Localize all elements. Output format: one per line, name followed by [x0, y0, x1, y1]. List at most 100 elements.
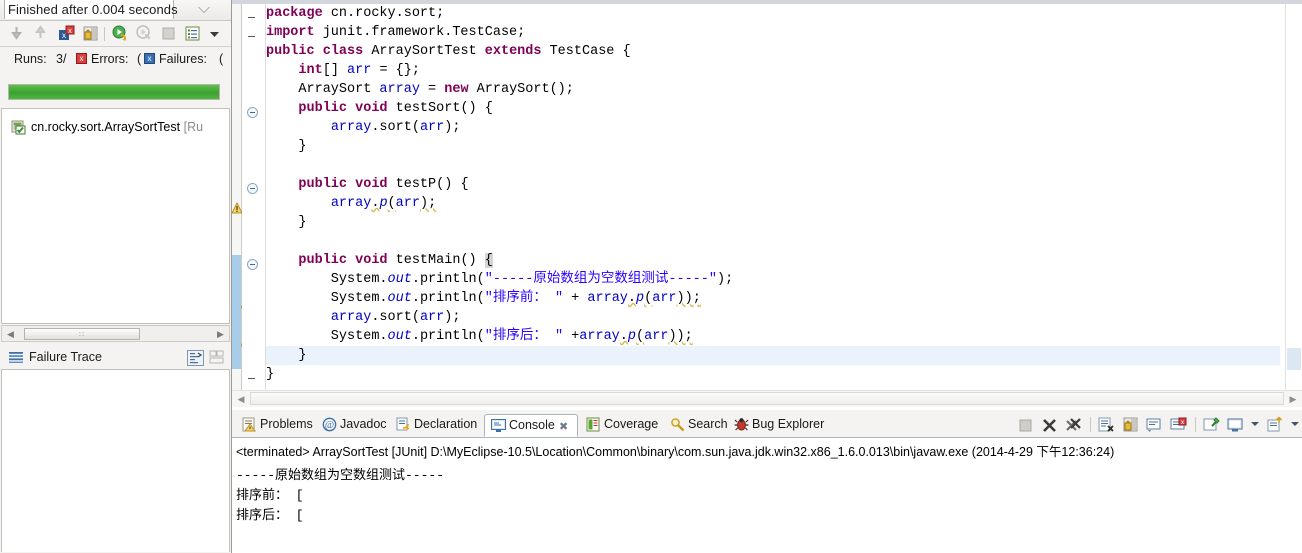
scrollbar-thumb[interactable]: ∶∶: [24, 328, 140, 340]
view-menu-icon[interactable]: [206, 25, 223, 42]
clear-console-icon[interactable]: [1098, 417, 1115, 433]
runs-label: Runs:: [14, 52, 47, 66]
code-line[interactable]: public void testSort() {: [266, 99, 1280, 118]
code-line[interactable]: }: [266, 346, 1280, 365]
scroll-left-arrow-icon[interactable]: ◀: [235, 393, 247, 405]
code-line[interactable]: [266, 232, 1280, 251]
code-token: arr: [347, 63, 372, 78]
display-selected-console-caret-icon[interactable]: [1251, 422, 1259, 426]
tab-search[interactable]: Search: [664, 414, 728, 437]
code-token: ));: [676, 291, 701, 306]
remove-all-terminated-launches-icon[interactable]: [1065, 417, 1082, 433]
failure-trace-body[interactable]: [1, 369, 230, 552]
rerun-test-icon[interactable]: [112, 25, 129, 42]
code-line[interactable]: ArraySort array = new ArraySort();: [266, 80, 1280, 99]
tab-label: Coverage: [604, 417, 659, 431]
code-line[interactable]: import junit.framework.TestCase;: [266, 23, 1280, 42]
open-console-caret-icon[interactable]: [1291, 422, 1299, 426]
junit-test-tree[interactable]: cn.rocky.sort.ArraySortTest [Ru: [1, 108, 230, 324]
show-failures-only-icon[interactable]: x x: [58, 25, 75, 42]
failure-trace-icon: [9, 351, 24, 364]
code-line[interactable]: public class ArraySortTest extends TestC…: [266, 42, 1280, 61]
console-vertical-scrollbar[interactable]: [1286, 438, 1302, 553]
code-line[interactable]: array.sort(arr);: [266, 308, 1280, 327]
code-line[interactable]: }: [266, 137, 1280, 156]
display-selected-console-icon[interactable]: [1227, 417, 1244, 433]
code-token: public: [298, 101, 348, 116]
rerun-test-failures-icon[interactable]: [136, 25, 153, 42]
code-token: }: [266, 348, 307, 363]
code-token: int: [298, 63, 323, 78]
code-line[interactable]: }: [266, 213, 1280, 232]
failure-trace-view-menu-icon[interactable]: [209, 350, 226, 366]
editor-vertical-scrollbar[interactable]: [1285, 4, 1302, 407]
code-line[interactable]: array.p(arr);: [266, 194, 1280, 213]
junit-view-titlebar: Finished after 0.004 seconds: [0, 0, 231, 21]
fold-collapse-icon[interactable]: [247, 259, 258, 270]
code-token: arr: [395, 196, 420, 211]
fold-collapse-icon[interactable]: [247, 107, 258, 118]
code-line[interactable]: System.out.println("-----原始数组为空数组测试-----…: [266, 270, 1280, 289]
tab-label: Javadoc: [340, 417, 387, 431]
code-line[interactable]: System.out.println("排序后： " +array.p(arr)…: [266, 327, 1280, 346]
code-token: cn.rocky.sort;: [322, 6, 445, 21]
code-token: );: [716, 272, 734, 287]
tab-problems[interactable]: Problems: [236, 414, 314, 437]
fold-collapse-icon[interactable]: [247, 183, 258, 194]
junit-tree-horizontal-scrollbar[interactable]: ◀ ∶∶ ▶: [1, 325, 230, 342]
code-token: }: [266, 215, 307, 230]
code-token: +: [563, 291, 588, 306]
code-token: public: [266, 44, 315, 59]
console-output-area[interactable]: <terminated> ArraySortTest [JUnit] D:\My…: [232, 438, 1302, 553]
chevron-down-icon[interactable]: [197, 4, 211, 16]
show-console-when-output-changes-icon[interactable]: x: [1170, 417, 1187, 433]
open-console-icon[interactable]: [1267, 416, 1284, 433]
search-icon: [670, 417, 685, 432]
tab-javadoc[interactable]: @ Javadoc: [316, 414, 388, 437]
editor-folding-ruler[interactable]: [242, 4, 266, 407]
tab-console[interactable]: Console ✖: [484, 414, 578, 437]
pin-console-icon[interactable]: [1203, 417, 1220, 433]
tab-bug-explorer[interactable]: Bug Explorer: [728, 414, 824, 437]
scroll-lock-icon[interactable]: [1122, 417, 1139, 433]
editor-horizontal-scrollbar[interactable]: ◀ ▶: [232, 390, 1302, 407]
code-line[interactable]: package cn.rocky.sort;: [266, 4, 1280, 23]
scroll-right-arrow-icon[interactable]: ▶: [216, 329, 225, 339]
code-token: p: [627, 329, 637, 344]
scrollbar-thumb[interactable]: [250, 392, 1284, 405]
scrollbar-thumb[interactable]: [1287, 348, 1301, 370]
remove-launch-icon[interactable]: [1041, 417, 1058, 433]
code-line[interactable]: }: [266, 365, 1280, 384]
list-item-suffix: [Ru: [183, 120, 204, 134]
code-line[interactable]: [266, 156, 1280, 175]
test-run-history-icon[interactable]: [184, 25, 201, 42]
word-wrap-icon[interactable]: [1146, 417, 1163, 433]
code-line[interactable]: public void testP() {: [266, 175, 1280, 194]
code-line[interactable]: array.sort(arr);: [266, 118, 1280, 137]
code-line[interactable]: System.out.println("排序前： " + array.p(arr…: [266, 289, 1280, 308]
code-token: array: [330, 310, 372, 325]
code-token: TestCase {: [541, 44, 631, 59]
list-item[interactable]: cn.rocky.sort.ArraySortTest [Ru: [2, 119, 229, 137]
editor-annotation-ruler[interactable]: [231, 4, 243, 407]
editor-source-code[interactable]: package cn.rocky.sort; import junit.frame…: [266, 4, 1280, 388]
close-icon[interactable]: ✖: [559, 420, 568, 433]
tab-declaration[interactable]: Declaration: [390, 414, 482, 437]
code-token: );: [419, 196, 437, 211]
next-failure-icon[interactable]: [8, 25, 25, 42]
code-token: "-----原始数组为空数组测试-----": [484, 272, 717, 287]
code-token: +: [563, 329, 580, 344]
scroll-right-arrow-icon[interactable]: ▶: [1287, 393, 1299, 405]
tab-coverage[interactable]: Coverage: [580, 414, 662, 437]
scroll-lock-icon[interactable]: [82, 25, 99, 42]
code-line[interactable]: int[] arr = {};: [266, 61, 1280, 80]
scroll-left-arrow-icon[interactable]: ◀: [6, 329, 15, 339]
stop-test-run-icon[interactable]: [160, 25, 177, 42]
code-token: out: [387, 329, 412, 344]
code-token: System.: [266, 272, 388, 287]
code-line[interactable]: public void testMain() {: [266, 251, 1280, 270]
terminate-icon[interactable]: [1017, 417, 1034, 433]
compare-result-icon[interactable]: [187, 350, 204, 366]
previous-failure-icon[interactable]: [32, 25, 49, 42]
